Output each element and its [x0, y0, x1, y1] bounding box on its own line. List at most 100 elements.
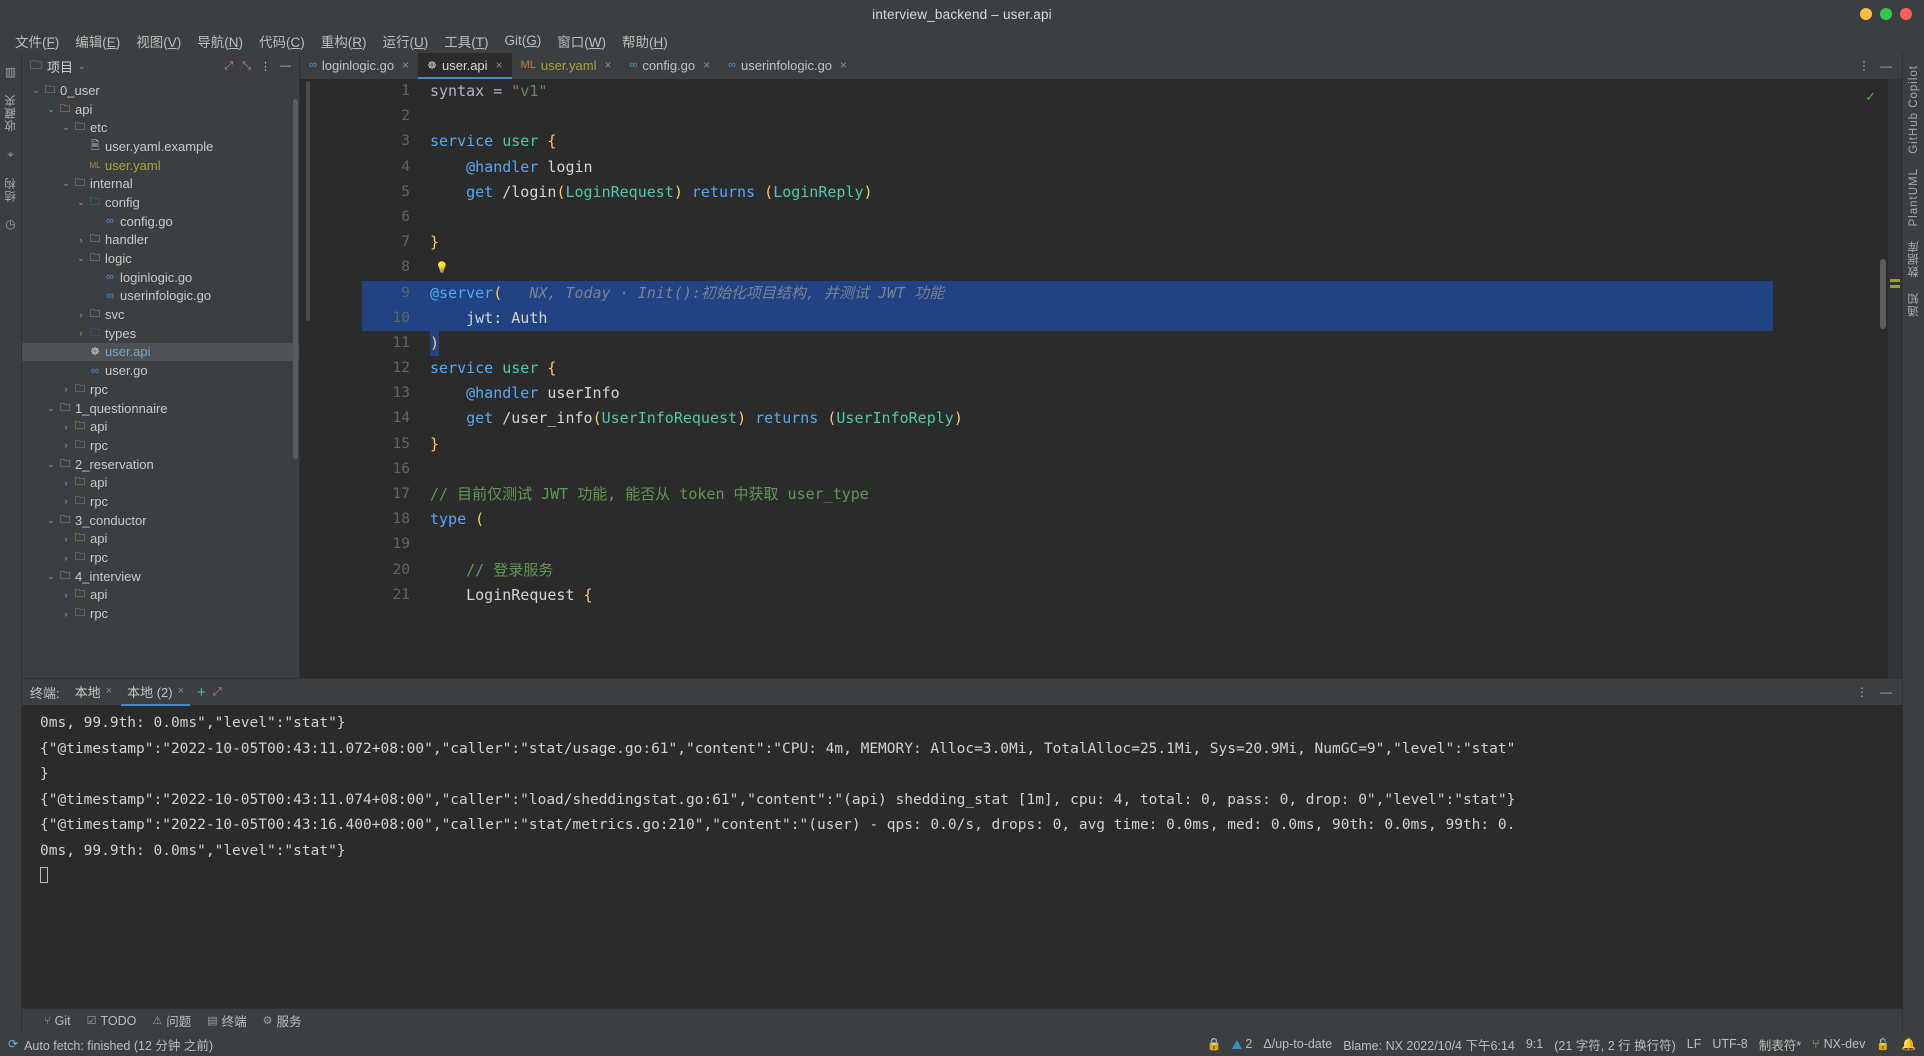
code-line[interactable]: 3 service user {	[362, 129, 1902, 154]
tree-node-rpc[interactable]: › 🗀 rpc	[22, 380, 299, 399]
code-line[interactable]: 2	[362, 104, 1902, 129]
chevron-right-icon[interactable]: ›	[75, 310, 87, 320]
sidebar-tab-database[interactable]: 数据库	[1904, 234, 1924, 284]
editor-tab-user-yaml[interactable]: ML user.yaml ×	[512, 53, 621, 79]
expand-icon[interactable]: ⤢	[213, 686, 222, 699]
tree-node-1-questionnaire[interactable]: ⌄ 🗀 1_questionnaire	[22, 399, 299, 418]
chevron-right-icon[interactable]: ›	[75, 235, 87, 245]
menu-item-r[interactable]: 重构(R)	[314, 29, 374, 53]
more-options-icon[interactable]: ⋮	[260, 60, 271, 73]
chevron-down-icon[interactable]: ⌄	[45, 459, 57, 470]
chevron-right-icon[interactable]: ›	[60, 384, 72, 394]
tree-node-internal[interactable]: ⌄ 🗀 internal	[22, 174, 299, 193]
menu-item-c[interactable]: 代码(C)	[252, 29, 312, 53]
sidebar-tab-favorites[interactable]: 收藏夹	[1, 88, 21, 138]
chevron-down-icon[interactable]: ⌄	[30, 85, 42, 96]
editor-marker-rail[interactable]	[1888, 79, 1902, 678]
code-line[interactable]: 9 @server( NX, Today · Init():初始化项目结构, 并测…	[362, 280, 1902, 306]
code-line[interactable]: 18 type (	[362, 507, 1902, 532]
inspection-ok-icon[interactable]: ✓	[1865, 89, 1876, 105]
chevron-down-icon[interactable]: ⌄	[45, 403, 57, 414]
chevron-down-icon[interactable]: ⌄	[60, 122, 72, 133]
tree-node-4-interview[interactable]: ⌄ 🗀 4_interview	[22, 567, 299, 586]
editor-scrollbar[interactable]	[1880, 259, 1886, 329]
tree-node-etc[interactable]: ⌄ 🗀 etc	[22, 118, 299, 137]
close-icon[interactable]: ×	[703, 58, 710, 72]
code-line[interactable]: 8 💡	[362, 255, 1902, 280]
encoding[interactable]: UTF-8	[1712, 1037, 1747, 1051]
code-line[interactable]: 11)	[362, 330, 1902, 356]
tree-node-userinfologic-go[interactable]: ∞ userinfologic.go	[22, 287, 299, 306]
editor-tab-config-go[interactable]: ∞ config.go ×	[621, 53, 720, 79]
tool-window-Git[interactable]: ⑂ Git	[44, 1014, 71, 1028]
code-line[interactable]: 5 get /login(LoginRequest) returns (Logi…	[362, 180, 1902, 205]
inlay-hint[interactable]: NX, Today · Init():初始化项目结构, 并测试 JWT 功能	[502, 284, 944, 302]
tool-window-问题[interactable]: ⚠ 问题	[152, 1011, 191, 1030]
code-line[interactable]: 17// 目前仅测试 JWT 功能, 能否从 token 中获取 user_ty…	[362, 482, 1902, 507]
menu-item-h[interactable]: 帮助(H)	[615, 29, 675, 53]
menu-item-n[interactable]: 导航(N)	[190, 29, 250, 53]
chevron-down-icon[interactable]: ⌄	[60, 178, 72, 189]
gutter-scrollbar[interactable]	[306, 81, 310, 321]
chevron-down-icon[interactable]: ⌄	[45, 104, 57, 115]
minimize-button[interactable]	[1860, 8, 1872, 20]
code-line[interactable]: 13 @handler userInfo	[362, 381, 1902, 406]
tree-node-config[interactable]: ⌄ 🗀 config	[22, 193, 299, 212]
code-line[interactable]: 14 get /user_info(UserInfoRequest) retur…	[362, 406, 1902, 431]
code-line[interactable]: 1 syntax = "v1"	[362, 79, 1902, 104]
code-line[interactable]: 16	[362, 457, 1902, 482]
chevron-right-icon[interactable]: ›	[60, 609, 72, 619]
tree-node-logic[interactable]: ⌄ 🗀 logic	[22, 249, 299, 268]
tree-node-rpc[interactable]: › 🗀 rpc	[22, 492, 299, 511]
close-button[interactable]	[1900, 8, 1912, 20]
sidebar-tab-github-copilot[interactable]: GitHub Copilot	[1906, 59, 1922, 160]
code-line[interactable]: 12 service user {	[362, 356, 1902, 381]
code-line[interactable]: 15}	[362, 432, 1902, 457]
more-options-icon[interactable]: ⋮	[1858, 59, 1870, 73]
tree-scrollbar[interactable]	[293, 99, 298, 459]
project-panel-icon[interactable]: ▥	[5, 65, 16, 79]
terminal-output[interactable]: 0ms, 99.9th: 0.0ms","level":"stat"} {"@ti…	[22, 705, 1902, 1008]
menu-item-u[interactable]: 运行(U)	[376, 29, 436, 53]
chevron-right-icon[interactable]: ›	[60, 590, 72, 600]
chevron-down-icon[interactable]: ⌄	[45, 571, 57, 582]
editor-tab-userinfologic-go[interactable]: ∞ userinfologic.go ×	[719, 53, 856, 79]
close-icon[interactable]: ×	[605, 58, 612, 72]
tree-node-rpc[interactable]: › 🗀 rpc	[22, 548, 299, 567]
chevron-right-icon[interactable]: ›	[60, 534, 72, 544]
menu-item-g[interactable]: Git(G)	[498, 31, 549, 50]
hide-panel-icon[interactable]: —	[280, 60, 291, 72]
tree-node-2-reservation[interactable]: ⌄ 🗀 2_reservation	[22, 455, 299, 474]
code-line[interactable]: 10 jwt: Auth	[362, 305, 1902, 331]
code-content[interactable]: 1 syntax = "v1" 2 3 service user {4 @handler…	[362, 79, 1902, 678]
tree-node-api[interactable]: › 🗀 api	[22, 530, 299, 549]
code-line[interactable]: 4 @handler login	[362, 155, 1902, 180]
code-editor[interactable]: 1 syntax = "v1" 2 3 service user {4 @handler…	[300, 79, 1902, 678]
terminal-tab-local[interactable]: 本地 ×	[69, 679, 118, 706]
close-icon[interactable]: ×	[178, 685, 184, 697]
close-icon[interactable]: ×	[496, 58, 503, 72]
menu-item-f[interactable]: 文件(F)	[8, 29, 66, 53]
code-line[interactable]: 6	[362, 205, 1902, 230]
plus-icon[interactable]: +	[193, 684, 210, 701]
tree-node-config-go[interactable]: ∞ config.go	[22, 212, 299, 231]
chevron-right-icon[interactable]: ›	[60, 440, 72, 450]
tool-window-终端[interactable]: ▤ 终端	[207, 1011, 246, 1030]
editor-tab-user-api[interactable]: ☸ user.api ×	[418, 53, 512, 79]
chevron-down-icon[interactable]: ⌄	[45, 515, 57, 526]
close-icon[interactable]: ×	[402, 58, 409, 72]
editor-tab-loginlogic-go[interactable]: ∞ loginlogic.go ×	[300, 53, 418, 79]
sidebar-tab-notifications[interactable]: 通知	[1904, 286, 1924, 323]
lock-icon[interactable]: 🔒	[1206, 1037, 1221, 1051]
menu-item-w[interactable]: 窗口(W)	[550, 29, 613, 53]
tree-node-svc[interactable]: › 🗀 svc	[22, 305, 299, 324]
caret-position[interactable]: 9:1	[1526, 1037, 1543, 1051]
menu-item-e[interactable]: 编辑(E)	[68, 29, 127, 53]
tree-node-api[interactable]: ⌄ 🗀 api	[22, 100, 299, 119]
close-icon[interactable]: ×	[106, 685, 112, 697]
sidebar-tab-structure[interactable]: 结构	[1, 171, 21, 208]
tree-node-rpc[interactable]: › 🗀 rpc	[22, 604, 299, 623]
tree-node-user-yaml-example[interactable]: 🗎 user.yaml.example	[22, 137, 299, 156]
tree-node-api[interactable]: › 🗀 api	[22, 473, 299, 492]
maximize-button[interactable]	[1880, 8, 1892, 20]
